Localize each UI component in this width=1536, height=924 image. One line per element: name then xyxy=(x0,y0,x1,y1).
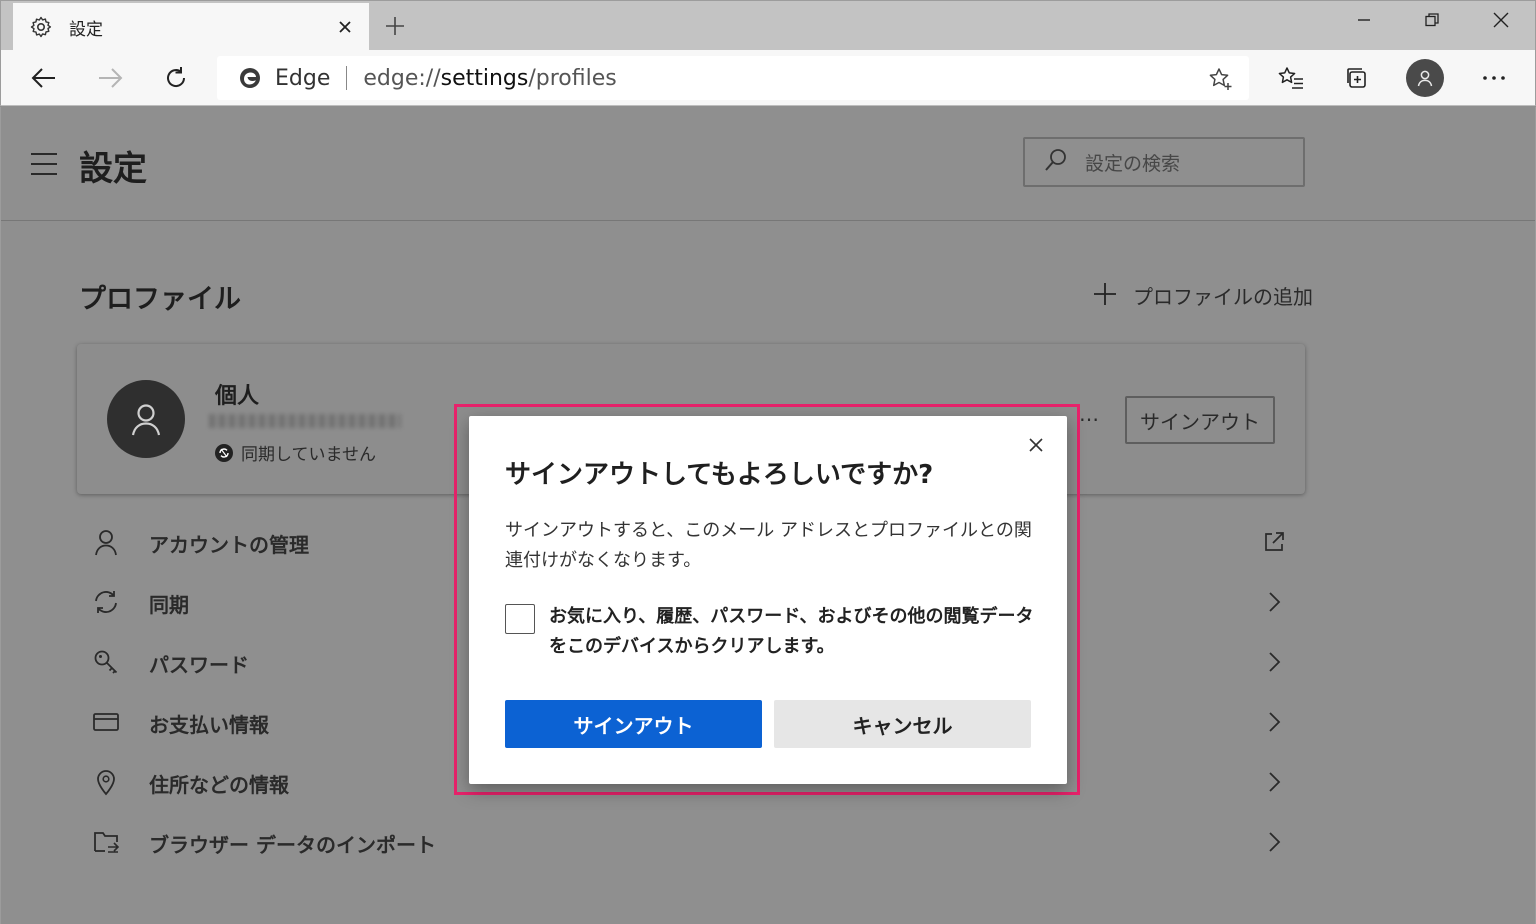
browser-toolbar: Edge edge://settings/profiles xyxy=(0,50,1536,106)
key-icon xyxy=(91,647,121,677)
confirm-signout-button[interactable]: サインアウト xyxy=(505,700,762,748)
sync-off-icon xyxy=(215,443,233,462)
new-tab-icon[interactable] xyxy=(381,12,409,40)
hamburger-menu-icon[interactable] xyxy=(31,153,57,175)
clear-data-checkbox-label[interactable]: お気に入り、履歴、パスワード、およびその他の閲覧データをこのデバイスからクリアし… xyxy=(549,602,1039,662)
menu-item-label: 住所などの情報 xyxy=(149,773,289,797)
signout-button[interactable]: サインアウト xyxy=(1125,396,1275,444)
edge-logo-icon xyxy=(237,65,263,91)
restore-icon[interactable] xyxy=(1409,5,1455,35)
favorites-icon[interactable] xyxy=(1274,62,1308,94)
page-title: 設定 xyxy=(79,149,147,189)
minimize-icon[interactable] xyxy=(1341,5,1387,35)
dialog-message: サインアウトすると、このメール アドレスとプロファイルとの関連付けがなくなります… xyxy=(505,520,1032,571)
chevron-right-icon xyxy=(1261,649,1287,675)
back-icon[interactable] xyxy=(27,62,61,94)
address-separator xyxy=(346,66,348,90)
card-icon xyxy=(91,707,121,737)
add-favorite-icon[interactable] xyxy=(1207,66,1233,92)
chevron-right-icon xyxy=(1261,589,1287,615)
cancel-button[interactable]: キャンセル xyxy=(774,700,1031,748)
menu-item-label: お支払い情報 xyxy=(149,713,269,737)
external-link-icon xyxy=(1261,529,1287,555)
clear-data-checkbox[interactable] xyxy=(505,604,535,634)
address-brand: Edge xyxy=(275,65,331,91)
location-pin-icon xyxy=(91,767,121,797)
chevron-right-icon xyxy=(1261,709,1287,735)
gear-icon xyxy=(27,13,55,41)
menu-item-label: パスワード xyxy=(149,653,249,677)
profiles-section-title: プロファイル xyxy=(79,284,241,315)
signout-dialog: サインアウトしてもよろしいですか? サインアウトすると、このメール アドレスとプ… xyxy=(469,416,1067,784)
avatar xyxy=(107,380,185,458)
add-profile-label: プロファイルの追加 xyxy=(1133,285,1313,309)
settings-search-input[interactable]: 設定の検索 xyxy=(1023,137,1305,187)
chevron-right-icon xyxy=(1261,769,1287,795)
menu-item-label: ブラウザー データのインポート xyxy=(149,833,436,857)
profile-name: 個人 xyxy=(215,384,260,409)
close-window-icon[interactable] xyxy=(1478,5,1524,35)
search-placeholder: 設定の検索 xyxy=(1085,152,1181,175)
chevron-right-icon xyxy=(1261,829,1287,855)
tab-title: 設定 xyxy=(69,19,103,40)
sync-status: 同期していません xyxy=(215,440,376,465)
plus-icon xyxy=(1093,282,1117,310)
profile-avatar-icon[interactable] xyxy=(1406,59,1444,97)
refresh-icon[interactable] xyxy=(159,62,193,94)
forward-icon[interactable] xyxy=(93,62,127,94)
menu-item-label: 同期 xyxy=(149,593,189,617)
address-url: edge://settings/profiles xyxy=(363,65,617,91)
person-icon xyxy=(91,527,121,557)
close-icon[interactable] xyxy=(1023,432,1049,458)
close-tab-icon[interactable] xyxy=(333,15,357,39)
menu-item-import-data[interactable]: ブラウザー データのインポート xyxy=(77,817,1305,867)
tab-strip: 設定 xyxy=(0,0,1536,51)
address-bar[interactable]: Edge edge://settings/profiles xyxy=(217,56,1249,100)
profile-more-button[interactable]: … xyxy=(1079,402,1100,426)
settings-header: 設定 設定の検索 xyxy=(1,107,1535,221)
collections-icon[interactable] xyxy=(1340,62,1374,94)
profile-email-redacted xyxy=(209,414,401,428)
add-profile-button[interactable]: プロファイルの追加 xyxy=(1093,281,1313,310)
sync-icon xyxy=(91,587,121,617)
import-icon xyxy=(91,827,121,857)
more-menu-icon[interactable] xyxy=(1477,62,1511,94)
tab-settings[interactable]: 設定 xyxy=(13,3,369,51)
dialog-title: サインアウトしてもよろしいですか? xyxy=(505,460,934,490)
menu-item-label: アカウントの管理 xyxy=(149,533,309,557)
search-icon xyxy=(1043,147,1069,177)
sync-status-label: 同期していません xyxy=(241,445,376,465)
